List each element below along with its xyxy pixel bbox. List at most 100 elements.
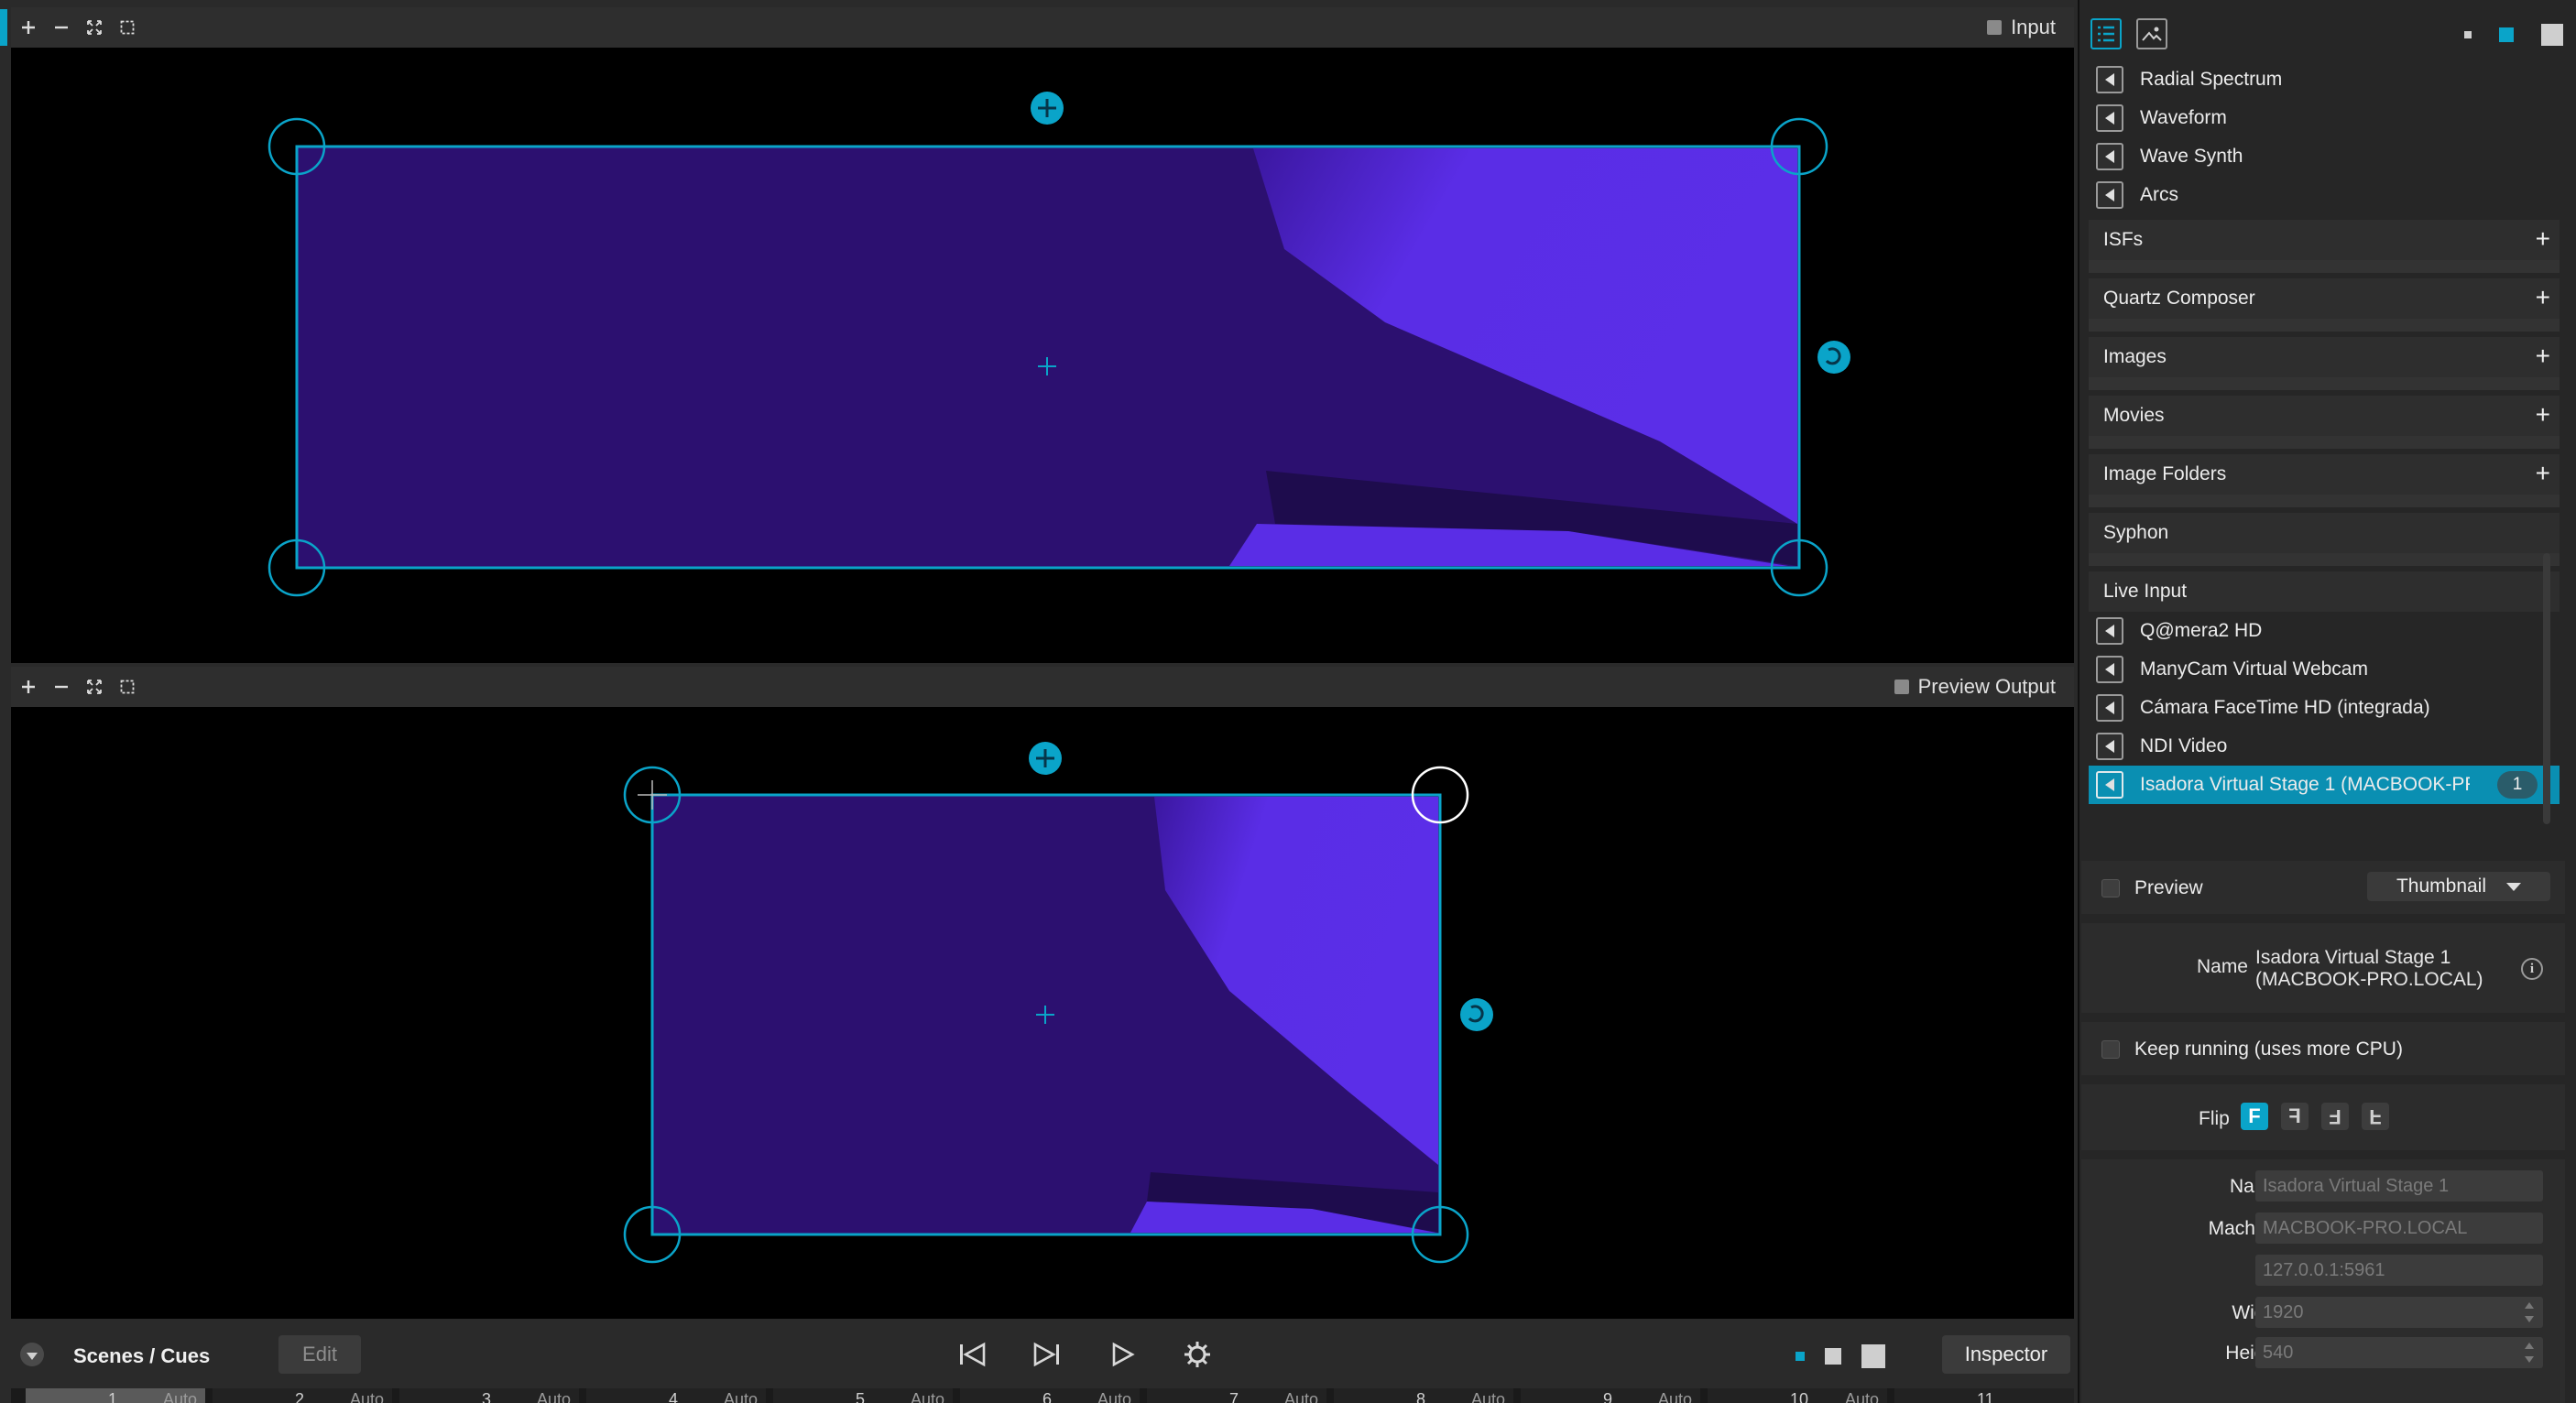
select-rect-icon[interactable] xyxy=(117,17,137,38)
library-section-header[interactable]: ISFs + xyxy=(2089,220,2560,260)
cue-tile[interactable]: 9 Auto xyxy=(1521,1388,1700,1403)
library-item[interactable]: Radial Spectrum xyxy=(2089,60,2560,99)
thumb-size-medium[interactable] xyxy=(2499,27,2514,42)
thumb-size-large[interactable] xyxy=(2541,24,2563,46)
zoom-in-icon[interactable] xyxy=(18,17,38,38)
name-display-section: Name Isadora Virtual Stage 1 (MACBOOK-PR… xyxy=(2081,923,2565,1013)
library-item[interactable]: Isadora Virtual Stage 1 (MACBOOK-PRO.LOC… xyxy=(2089,766,2560,804)
fit-expand-icon[interactable] xyxy=(84,17,104,38)
zoom-out-icon[interactable] xyxy=(51,677,71,697)
flip-section: Flip F F F F xyxy=(2081,1084,2565,1150)
fit-expand-icon[interactable] xyxy=(84,677,104,697)
cue-number: 10 xyxy=(1790,1390,1809,1403)
library-item[interactable]: Arcs xyxy=(2089,176,2560,214)
add-source-icon[interactable]: + xyxy=(2536,226,2550,252)
preview-label: Preview xyxy=(2134,877,2203,898)
cue-tile[interactable]: 5 Auto xyxy=(773,1388,953,1403)
send-to-input-icon[interactable] xyxy=(2096,104,2123,132)
add-source-icon[interactable]: + xyxy=(2536,461,2550,486)
cue-tile[interactable]: 7 Auto xyxy=(1147,1388,1326,1403)
add-source-icon[interactable]: + xyxy=(2536,402,2550,428)
library-item-label: Arcs xyxy=(2140,184,2178,205)
send-to-input-icon[interactable] xyxy=(2096,771,2123,799)
play-icon[interactable] xyxy=(1107,1339,1138,1370)
cue-tile[interactable]: 2 Auto xyxy=(213,1388,392,1403)
send-to-input-icon[interactable] xyxy=(2096,656,2123,683)
property-input[interactable]: MACBOOK-PRO.LOCAL xyxy=(2255,1213,2543,1244)
image-view-icon[interactable] xyxy=(2136,18,2167,49)
input-visibility-toggle[interactable] xyxy=(1987,20,2003,35)
output-canvas[interactable] xyxy=(11,707,2074,1319)
zoom-out-icon[interactable] xyxy=(51,17,71,38)
property-input[interactable]: 540 xyxy=(2255,1337,2543,1368)
send-to-input-icon[interactable] xyxy=(2096,181,2123,209)
cue-tile[interactable]: 8 Auto xyxy=(1334,1388,1513,1403)
step-forward-icon[interactable] xyxy=(1031,1339,1063,1370)
library-section-header[interactable]: Images + xyxy=(2089,337,2560,377)
library-section-header[interactable]: Live Input xyxy=(2089,571,2560,612)
library-item[interactable]: NDI Video xyxy=(2089,727,2560,766)
library-item[interactable]: Waveform xyxy=(2089,99,2560,137)
stepper-arrows-icon[interactable] xyxy=(2525,1302,2534,1322)
cue-tile[interactable]: 10 Auto xyxy=(1708,1388,1887,1403)
library-item[interactable]: Q@mera2 HD xyxy=(2089,612,2560,650)
preview-checkbox[interactable] xyxy=(2101,879,2120,897)
add-source-icon[interactable]: + xyxy=(2536,343,2550,369)
input-canvas[interactable] xyxy=(11,48,2074,663)
info-icon[interactable]: i xyxy=(2521,958,2543,980)
cue-tile[interactable]: 1 Auto xyxy=(26,1388,205,1403)
collapse-scenes-button[interactable] xyxy=(20,1343,44,1366)
send-to-input-icon[interactable] xyxy=(2096,617,2123,645)
library-section-label: Movies xyxy=(2103,405,2165,426)
library-item[interactable]: ManyCam Virtual Webcam xyxy=(2089,650,2560,689)
cue-tile[interactable]: 4 Auto xyxy=(586,1388,766,1403)
library-section-header[interactable]: Image Folders + xyxy=(2089,454,2560,495)
input-move-handle[interactable] xyxy=(1031,92,1064,125)
library-scrollbar[interactable] xyxy=(2543,553,2550,824)
property-input[interactable]: 1920 xyxy=(2255,1297,2543,1328)
cue-tile[interactable]: 11 xyxy=(1894,1388,2074,1403)
property-input[interactable]: 127.0.0.1:5961 xyxy=(2255,1255,2543,1286)
property-row: Url127.0.0.1:5961 xyxy=(2081,1253,2565,1288)
output-rotate-handle[interactable] xyxy=(1460,998,1493,1031)
skip-back-icon[interactable] xyxy=(956,1339,988,1370)
send-to-input-icon[interactable] xyxy=(2096,66,2123,93)
input-rotate-handle[interactable] xyxy=(1817,341,1850,374)
keep-running-checkbox[interactable] xyxy=(2101,1040,2120,1059)
list-view-icon[interactable] xyxy=(2090,18,2122,49)
thumb-size-small[interactable] xyxy=(2464,31,2472,38)
cue-number: 9 xyxy=(1603,1390,1613,1403)
send-to-input-icon[interactable] xyxy=(2096,733,2123,760)
library-section-header[interactable]: Movies + xyxy=(2089,396,2560,436)
flip-vertical-button[interactable]: F xyxy=(2362,1103,2389,1130)
zoom-in-icon[interactable] xyxy=(18,677,38,697)
flip-none-button[interactable]: F xyxy=(2241,1103,2268,1130)
preview-mode-select[interactable]: Thumbnail xyxy=(2367,872,2550,901)
library-section-header[interactable]: Quartz Composer + xyxy=(2089,278,2560,319)
select-rect-icon[interactable] xyxy=(117,677,137,697)
inspector-button[interactable]: Inspector xyxy=(1942,1335,2070,1374)
output-visibility-toggle[interactable] xyxy=(1894,680,1909,694)
edit-button[interactable]: Edit xyxy=(278,1335,361,1374)
flip-horizontal-button[interactable]: F xyxy=(2281,1103,2309,1130)
cue-tile[interactable]: 3 Auto xyxy=(399,1388,579,1403)
library-item[interactable]: Cámara FaceTime HD (integrada) xyxy=(2089,689,2560,727)
library-item-label: Wave Synth xyxy=(2140,146,2243,167)
add-source-icon[interactable]: + xyxy=(2536,285,2550,310)
send-to-input-icon[interactable] xyxy=(2096,143,2123,170)
cue-size-medium[interactable] xyxy=(1825,1348,1841,1365)
chevron-down-icon xyxy=(2506,882,2522,891)
app-window: Input Preview Output Scenes / Cues Edit … xyxy=(0,0,2576,1403)
cue-tile[interactable]: 6 Auto xyxy=(960,1388,1140,1403)
property-input[interactable]: Isadora Virtual Stage 1 xyxy=(2255,1170,2543,1202)
gear-icon[interactable] xyxy=(1182,1339,1213,1370)
cue-size-small[interactable] xyxy=(1796,1352,1805,1361)
output-move-handle[interactable] xyxy=(1029,742,1062,775)
cue-size-large[interactable] xyxy=(1861,1344,1885,1368)
stepper-arrows-icon[interactable] xyxy=(2525,1343,2534,1363)
library-item[interactable]: Wave Synth xyxy=(2089,137,2560,176)
flip-both-button[interactable]: F xyxy=(2321,1103,2349,1130)
library-item-label: Cámara FaceTime HD (integrada) xyxy=(2140,697,2430,718)
send-to-input-icon[interactable] xyxy=(2096,694,2123,722)
library-section-header[interactable]: Syphon xyxy=(2089,513,2560,553)
